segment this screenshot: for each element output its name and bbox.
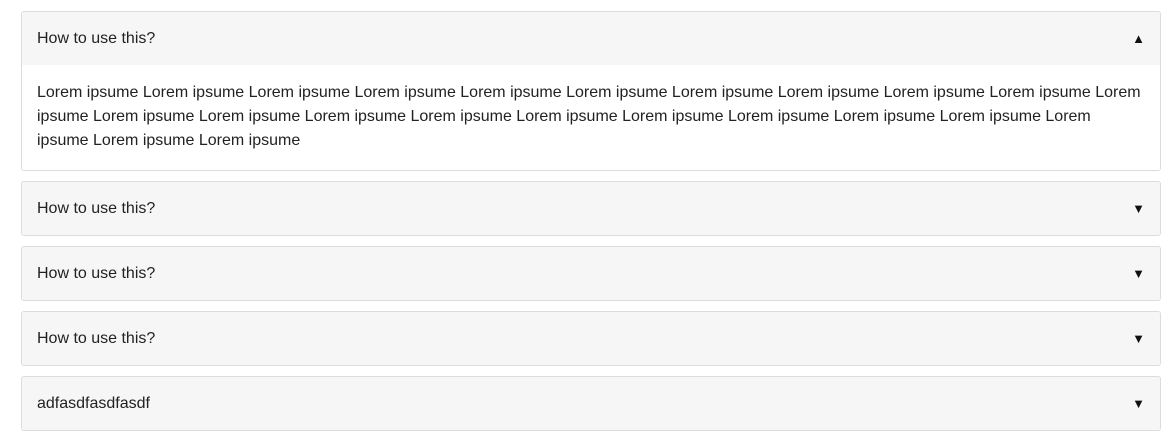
accordion-item-2: How to use this? ▼ xyxy=(21,181,1161,236)
caret-down-icon[interactable]: ▼ xyxy=(1132,267,1145,280)
caret-down-icon[interactable]: ▼ xyxy=(1132,332,1145,345)
caret-down-icon[interactable]: ▼ xyxy=(1132,202,1145,215)
accordion-header-4[interactable]: How to use this? ▼ xyxy=(22,312,1160,365)
accordion-title: How to use this? xyxy=(37,264,156,282)
accordion-item-1: How to use this? ▲ Lorem ipsume Lorem ip… xyxy=(21,11,1161,171)
accordion-item-3: How to use this? ▼ xyxy=(21,246,1161,301)
accordion-item-5: adfasdfasdfasdf ▼ xyxy=(21,376,1161,431)
accordion-header-5[interactable]: adfasdfasdfasdf ▼ xyxy=(22,377,1160,430)
accordion-panel-1: Lorem ipsume Lorem ipsume Lorem ipsume L… xyxy=(22,65,1160,170)
faq-accordion: How to use this? ▲ Lorem ipsume Lorem ip… xyxy=(21,11,1161,441)
caret-up-icon[interactable]: ▲ xyxy=(1132,32,1145,45)
accordion-title: adfasdfasdfasdf xyxy=(37,394,150,412)
accordion-header-1[interactable]: How to use this? ▲ xyxy=(22,12,1160,65)
accordion-header-3[interactable]: How to use this? ▼ xyxy=(22,247,1160,300)
caret-down-icon[interactable]: ▼ xyxy=(1132,397,1145,410)
accordion-header-2[interactable]: How to use this? ▼ xyxy=(22,182,1160,235)
accordion-title: How to use this? xyxy=(37,329,156,347)
accordion-title: How to use this? xyxy=(37,199,156,217)
accordion-title: How to use this? xyxy=(37,29,156,47)
accordion-item-4: How to use this? ▼ xyxy=(21,311,1161,366)
